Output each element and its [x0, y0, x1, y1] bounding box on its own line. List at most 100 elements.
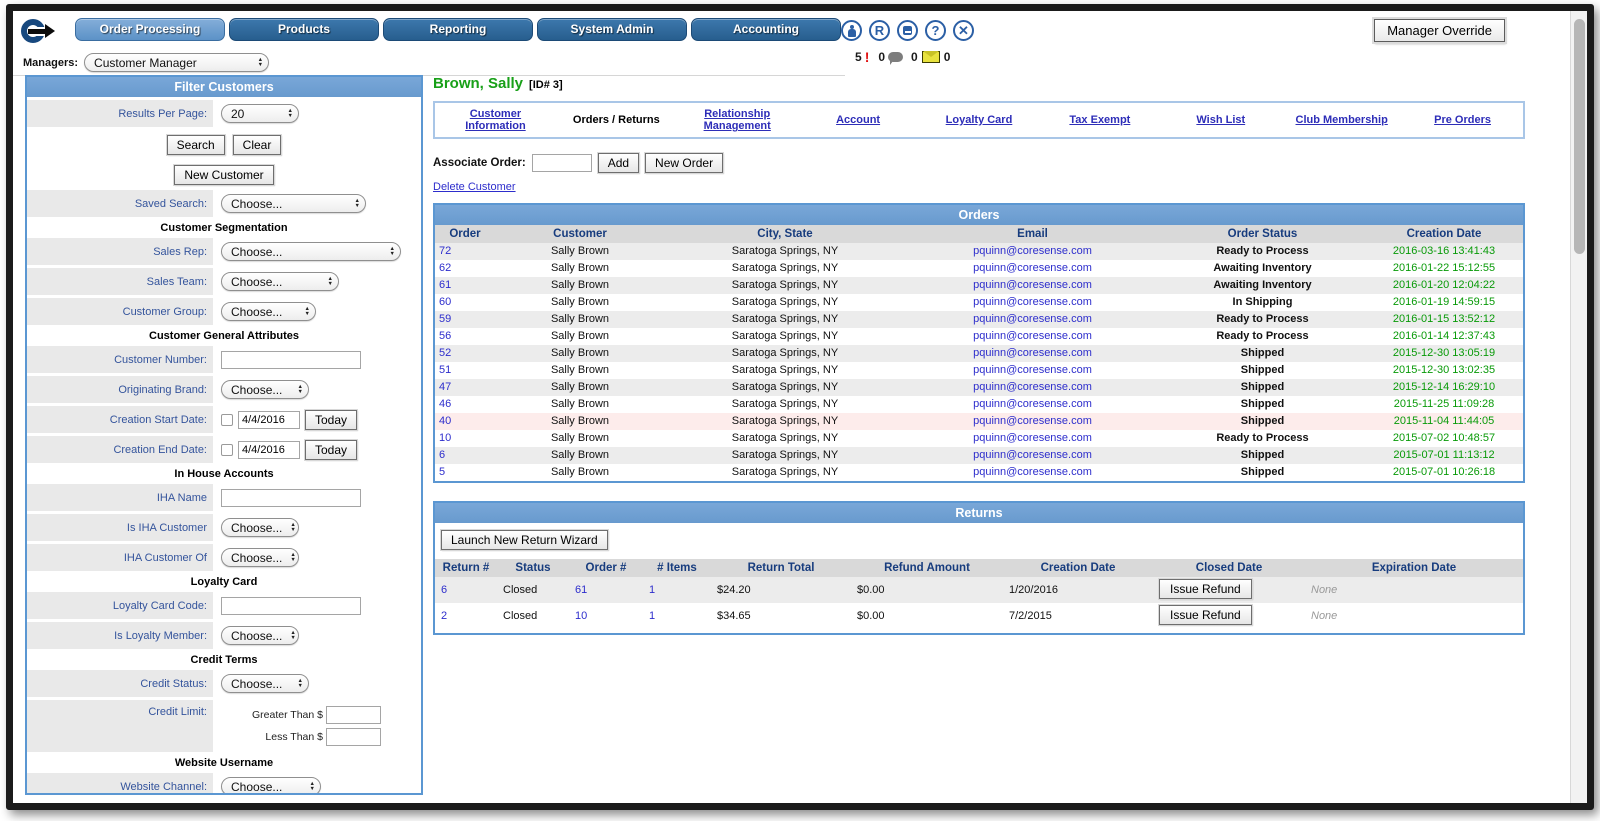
order-email-link[interactable]: pquinn@coresense.com	[973, 415, 1092, 427]
order-number-link[interactable]: 10	[439, 432, 451, 444]
scrollbar-thumb[interactable]	[1574, 19, 1585, 254]
envelope-icon[interactable]	[922, 51, 940, 63]
order-number-link[interactable]: 59	[439, 313, 451, 325]
close-icon[interactable]: ✕	[953, 20, 974, 41]
customer-tab-link[interactable]: Tax Exempt	[1069, 114, 1130, 126]
launch-return-wizard-button[interactable]: Launch New Return Wizard	[441, 530, 608, 550]
order-number-link[interactable]: 60	[439, 296, 451, 308]
nav-tab[interactable]: Accounting	[691, 18, 841, 41]
order-number-link[interactable]: 62	[439, 262, 451, 274]
order-number-link[interactable]: 51	[439, 364, 451, 376]
return-items-link[interactable]: 1	[649, 584, 655, 596]
nav-tab[interactable]: Products	[229, 18, 379, 41]
is-loyalty-member-select[interactable]: Choose...▲▼	[221, 626, 299, 645]
is-iha-customer-select[interactable]: Choose...▲▼	[221, 518, 299, 537]
order-number-link[interactable]: 46	[439, 398, 451, 410]
iha-name-input[interactable]	[221, 489, 361, 507]
creation-end-checkbox[interactable]	[221, 444, 233, 456]
order-email-link[interactable]: pquinn@coresense.com	[973, 313, 1092, 325]
order-number-link[interactable]: 61	[439, 279, 451, 291]
order-email-link[interactable]: pquinn@coresense.com	[973, 279, 1092, 291]
sales-rep-select[interactable]: Choose...▲▼	[221, 242, 401, 261]
customer-tab-link[interactable]: Club Membership	[1296, 114, 1388, 126]
creation-start-checkbox[interactable]	[221, 414, 233, 426]
customer-number-input[interactable]	[221, 351, 361, 369]
manager-override-button[interactable]: Manager Override	[1374, 19, 1505, 42]
customer-tab-link[interactable]: Pre Orders	[1434, 114, 1491, 126]
vertical-scrollbar[interactable]	[1570, 11, 1587, 803]
credit-limit-greater-input[interactable]	[326, 706, 381, 724]
order-email-link[interactable]: pquinn@coresense.com	[973, 398, 1092, 410]
creation-end-date-input[interactable]	[238, 441, 300, 459]
saved-search-select[interactable]: Choose...▲▼	[221, 194, 366, 213]
return-order-link[interactable]: 61	[575, 584, 587, 596]
results-per-page-select[interactable]: 20▲▼	[221, 104, 299, 123]
search-button[interactable]: Search	[167, 135, 225, 155]
new-customer-button[interactable]: New Customer	[174, 165, 273, 185]
originating-brand-select[interactable]: Choose...▲▼	[221, 380, 309, 399]
customer-tab-link[interactable]: Wish List	[1196, 114, 1245, 126]
creation-start-date-input[interactable]	[238, 411, 300, 429]
nav-tab[interactable]: Reporting	[383, 18, 533, 41]
order-email-link[interactable]: pquinn@coresense.com	[973, 347, 1092, 359]
chat-count[interactable]: 0	[878, 50, 885, 64]
customer-tab[interactable]: Pre Orders	[1402, 111, 1523, 129]
customer-tab-link[interactable]: Customer Information	[465, 108, 526, 132]
customer-tab[interactable]: Account	[798, 111, 919, 129]
return-order-link[interactable]: 10	[575, 610, 587, 622]
alert-count[interactable]: 5	[855, 50, 862, 64]
order-email-link[interactable]: pquinn@coresense.com	[973, 466, 1092, 478]
order-email-link[interactable]: pquinn@coresense.com	[973, 364, 1092, 376]
associate-order-input[interactable]	[532, 154, 592, 172]
save-icon[interactable]	[897, 20, 918, 41]
creation-end-today-button[interactable]: Today	[305, 440, 357, 460]
order-number-link[interactable]: 5	[439, 466, 445, 478]
registered-icon[interactable]: R	[869, 20, 890, 41]
credit-status-select[interactable]: Choose...▲▼	[221, 674, 309, 693]
manager-select[interactable]: Customer Manager ▲▼	[84, 53, 269, 72]
credit-limit-less-input[interactable]	[326, 728, 381, 746]
customer-tab[interactable]: Club Membership	[1281, 111, 1402, 129]
issue-refund-button[interactable]: Issue Refund	[1159, 605, 1252, 625]
order-email-link[interactable]: pquinn@coresense.com	[973, 296, 1092, 308]
customer-tab[interactable]: Loyalty Card	[919, 111, 1040, 129]
order-number-link[interactable]: 56	[439, 330, 451, 342]
order-email-link[interactable]: pquinn@coresense.com	[973, 245, 1092, 257]
customer-tab[interactable]: Wish List	[1160, 111, 1281, 129]
customer-tab[interactable]: Customer Information	[435, 105, 556, 135]
person-icon[interactable]	[841, 20, 862, 41]
nav-tab[interactable]: System Admin	[537, 18, 687, 41]
customer-tab-link[interactable]: Account	[836, 114, 880, 126]
delete-customer-link[interactable]: Delete Customer	[433, 181, 516, 193]
mail-count[interactable]: 0	[911, 50, 918, 64]
iha-customer-of-select[interactable]: Choose...▲▼	[221, 548, 299, 567]
order-email-link[interactable]: pquinn@coresense.com	[973, 330, 1092, 342]
customer-tab-link[interactable]: Loyalty Card	[946, 114, 1013, 126]
order-email-link[interactable]: pquinn@coresense.com	[973, 262, 1092, 274]
order-email-link[interactable]: pquinn@coresense.com	[973, 432, 1092, 444]
return-number-link[interactable]: 6	[441, 584, 447, 596]
clear-button[interactable]: Clear	[233, 135, 282, 155]
issue-refund-button[interactable]: Issue Refund	[1159, 579, 1252, 599]
new-order-button[interactable]: New Order	[645, 153, 723, 173]
order-number-link[interactable]: 40	[439, 415, 451, 427]
order-number-link[interactable]: 72	[439, 245, 451, 257]
help-icon[interactable]: ?	[925, 20, 946, 41]
order-email-link[interactable]: pquinn@coresense.com	[973, 449, 1092, 461]
order-number-link[interactable]: 52	[439, 347, 451, 359]
sales-team-select[interactable]: Choose...▲▼	[221, 272, 339, 291]
nav-tab[interactable]: Order Processing	[75, 18, 225, 41]
customer-tab[interactable]: Orders / Returns	[556, 111, 677, 129]
loyalty-card-code-input[interactable]	[221, 597, 361, 615]
customer-tab[interactable]: Relationship Management	[677, 105, 798, 135]
add-button[interactable]: Add	[598, 153, 639, 173]
return-number-link[interactable]: 2	[441, 610, 447, 622]
customer-group-select[interactable]: Choose...▲▼	[221, 302, 316, 321]
order-number-link[interactable]: 6	[439, 449, 445, 461]
creation-start-today-button[interactable]: Today	[305, 410, 357, 430]
customer-tab-link[interactable]: Orders / Returns	[573, 114, 660, 126]
order-email-link[interactable]: pquinn@coresense.com	[973, 381, 1092, 393]
order-number-link[interactable]: 47	[439, 381, 451, 393]
website-channel-select[interactable]: Choose...▲▼	[221, 777, 321, 795]
return-items-link[interactable]: 1	[649, 610, 655, 622]
